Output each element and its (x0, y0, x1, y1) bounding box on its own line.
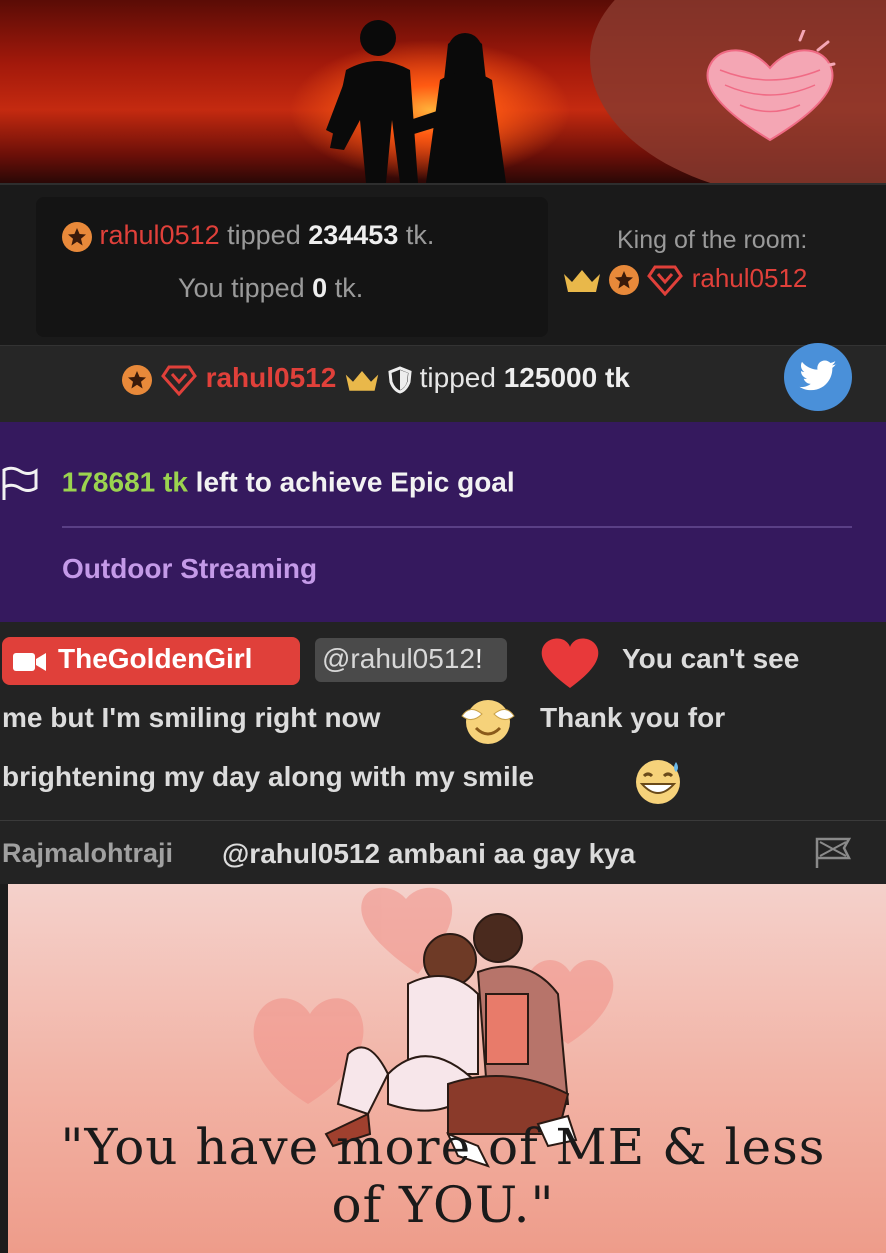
host-username[interactable]: TheGoldenGirl (58, 643, 252, 675)
crown-icon (564, 270, 600, 293)
tip-unit: tk. (405, 220, 435, 250)
tip-notification-word: tipped (419, 362, 496, 393)
tip-summary-card (36, 197, 548, 337)
quote-line-2: of YOU." (331, 1176, 555, 1234)
king-username[interactable]: rahul0512 (692, 263, 808, 293)
twitter-icon (799, 360, 837, 391)
mention-username: @rahul0512 (322, 643, 475, 674)
goal-panel (0, 422, 886, 622)
goal-divider (62, 526, 852, 528)
you-tipped-label: You tipped (178, 273, 305, 303)
tip-notification-username[interactable]: rahul0512 (206, 362, 337, 393)
you-tipped-amount: 0 (312, 273, 328, 303)
goal-remaining-amount: 178681 tk (61, 466, 188, 498)
tip-notification-amount: 125000 tk (503, 362, 630, 393)
star-coin-icon (609, 265, 640, 296)
you-tipped-unit: tk. (334, 273, 364, 303)
crown-icon (345, 370, 379, 391)
goal-subtitle: Outdoor Streaming (62, 553, 318, 584)
chat-message-line: brightening my day along with my smile (2, 761, 535, 792)
chat-message-line: me but I'm smiling right now (2, 702, 381, 733)
shield-icon (388, 365, 412, 394)
mention-text: @rahul0512! (322, 643, 483, 675)
chat-divider (0, 820, 886, 821)
camera-icon (13, 653, 46, 671)
smiling-face-icon (461, 700, 515, 744)
twitter-button[interactable] (784, 343, 852, 411)
heart-icon (541, 638, 599, 688)
tipped-word: tipped (227, 220, 301, 250)
goal-progress-line: 178681 tk left to achieve Epic goal (0, 466, 515, 502)
tipper-username[interactable]: rahul0512 (100, 220, 220, 250)
king-of-room-user: rahul0512 (562, 263, 808, 297)
header-banner (0, 0, 886, 183)
diamond-heart-icon (160, 365, 197, 396)
chat-message: @rahul0512 ambani aa gay kya (222, 838, 636, 869)
quote-line-1: "You have more of ME & less (60, 1118, 826, 1176)
chat-username[interactable]: Rajmalohtraji (2, 838, 173, 869)
top-tipper-line: rahul0512 tipped 234453 tk. (62, 220, 434, 252)
star-coin-icon (122, 364, 152, 395)
tip-notification: rahul0512 tipped 125000 tk (122, 362, 630, 396)
report-flag-icon[interactable] (814, 836, 854, 870)
your-tips-line: You tipped 0 tk. (178, 273, 363, 304)
star-coin-icon (62, 221, 92, 252)
chat-message-line: You can't see (622, 643, 800, 674)
flag-icon (2, 466, 38, 500)
tip-total-amount: 234453 (308, 220, 399, 250)
chat-message-line: Thank you for (540, 702, 726, 733)
goal-text: left to achieve Epic goal (195, 466, 515, 498)
mention-exclaim: ! (474, 643, 483, 674)
king-of-room-label: King of the room: (617, 226, 808, 254)
quote-text: "You have more of ME & less of YOU." (20, 1118, 866, 1234)
diamond-heart-icon (647, 265, 684, 297)
heart-doodle-icon (706, 30, 836, 142)
grinning-sweat-icon (636, 760, 680, 804)
